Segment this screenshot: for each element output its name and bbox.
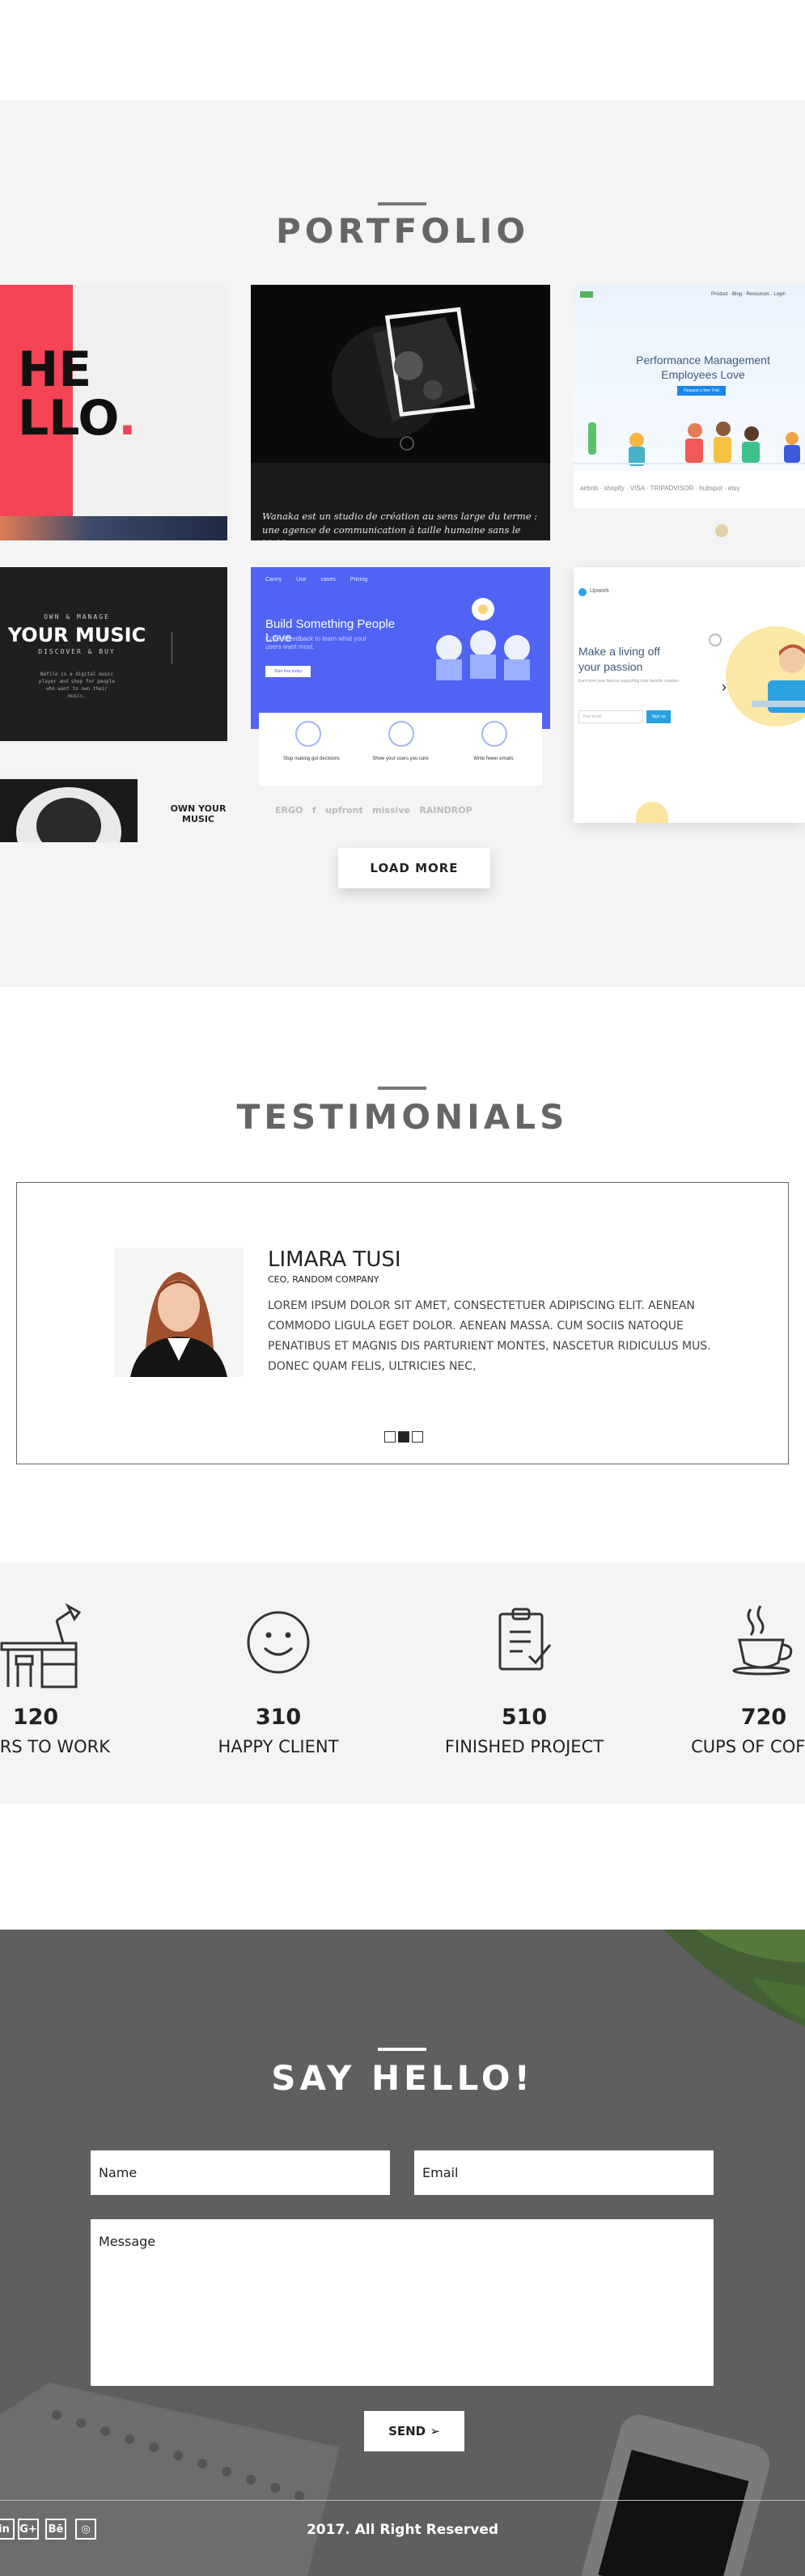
person-photo: [114, 1248, 244, 1377]
testimonial-avatar: [114, 1248, 244, 1377]
portfolio-tile-wanaka[interactable]: Wanaka est un studio de création au sens…: [251, 285, 550, 540]
title-divider: [378, 1087, 426, 1090]
music-title: YOUR MUSIC: [7, 624, 146, 646]
portfolio-title: PORTFOLIO: [275, 211, 530, 251]
living-body: Earn from your fans by supporting their …: [578, 679, 679, 684]
build-features-card: Stop making gut decisions Show your user…: [259, 713, 542, 786]
living-cta: Sign up: [646, 710, 671, 723]
performance-illustration: [574, 422, 805, 466]
performance-nav: Product · Blog · Resources · Login: [711, 292, 786, 297]
title-divider: [378, 202, 426, 205]
stat-number: 720: [740, 1705, 787, 1730]
music-subtitle: DISCOVER & BUY: [38, 648, 116, 655]
stat-number: 310: [255, 1705, 302, 1730]
coffee-cup-icon: [732, 1605, 793, 1676]
message-field[interactable]: [91, 2219, 714, 2386]
music-photo: [0, 769, 138, 842]
send-button[interactable]: SEND ➢: [364, 2411, 464, 2451]
living-logo-icon: [578, 588, 587, 596]
living-brand: Upwork: [590, 588, 609, 594]
build-cta: Start free today: [265, 666, 311, 677]
build-feature-3: Write fewer emails: [473, 756, 514, 761]
testimonial-role: CEO, RANDOM COMPANY: [268, 1274, 379, 1285]
stat-number: 510: [501, 1705, 548, 1730]
contact-section: SAY HELLO! SEND ➢ in G+ Bē ◎ 2017. All R…: [0, 1930, 805, 2576]
portfolio-tile-performance[interactable]: Product · Blog · Resources · Login Perfo…: [574, 285, 805, 540]
wanaka-caption: Wanaka est un studio de création au sens…: [262, 511, 538, 540]
living-footer-shape: [636, 802, 668, 823]
carousel-dot-1[interactable]: [384, 1431, 396, 1443]
performance-logos: airbnb · shopify · VISA · TRIPADVISOR · …: [580, 485, 740, 492]
build-sub: Collect feedback to learn what your user…: [265, 635, 366, 650]
testimonial-card: LIMARA TUSI CEO, RANDOM COMPANY LOREM IP…: [16, 1182, 789, 1464]
stat-label: CUPS OF COFFEE: [691, 1737, 805, 1756]
stat-label: FINISHED PROJECT: [444, 1737, 604, 1756]
footer-divider: [0, 2500, 805, 2501]
build-illustration: [436, 598, 530, 680]
living-heading: Make a living off your passion: [578, 645, 660, 673]
performance-footer: [574, 508, 805, 540]
email-field[interactable]: [414, 2150, 714, 2195]
chevron-right-icon[interactable]: ›: [722, 679, 727, 696]
desk-icon: [0, 1603, 82, 1688]
contact-title: SAY HELLO!: [271, 2058, 534, 2098]
title-divider: [378, 2048, 426, 2051]
hello-photo-strip: [0, 516, 227, 540]
portfolio-tile-music[interactable]: OWN & MANAGE YOUR MUSIC DISCOVER & BUY N…: [0, 567, 227, 842]
living-email-field: Your email: [578, 710, 643, 723]
carousel-dot-2[interactable]: [398, 1431, 409, 1443]
portfolio-tile-hello[interactable]: HE LLO.: [0, 285, 227, 540]
portfolio-tile-build[interactable]: Canny Use cases Pricing Build Something …: [251, 567, 550, 823]
portfolio-tile-living[interactable]: Upwork Make a living off your passion Ea…: [574, 567, 805, 823]
build-logos: ERGO f upfront missive RAINDROP: [275, 805, 472, 816]
copyright-text: 2017. All Right Reserved: [306, 2522, 499, 2538]
stat-label: HOURS TO WORK: [0, 1737, 110, 1756]
performance-cta: Request a free Trial: [677, 386, 726, 396]
portfolio-section: PORTFOLIO HE LLO. Wanaka est un studio d…: [0, 100, 805, 987]
performance-heading: Performance Management Employees Love: [636, 354, 770, 381]
music-kicker: OWN & MANAGE: [44, 613, 110, 621]
stat-number: 120: [12, 1705, 59, 1730]
performance-logo-icon: [580, 291, 593, 298]
testimonial-name: LIMARA TUSI: [268, 1248, 401, 1272]
clipboard-icon: [498, 1608, 552, 1671]
testimonials-section: TESTIMONIALS LIMARA TUSI CEO, RANDOM COM…: [0, 987, 805, 1562]
music-footer-text: OWN YOUR MUSIC: [170, 803, 227, 824]
living-illustration: [709, 626, 805, 727]
build-nav: Canny Use cases Pricing: [265, 577, 368, 583]
testimonial-quote: LOREM IPSUM DOLOR SIT AMET, CONSECTETUER…: [268, 1299, 711, 1373]
build-feature-1: Stop making gut decisions: [282, 756, 341, 761]
stat-label: HAPPY CLIENT: [218, 1737, 339, 1756]
carousel-dot-3[interactable]: [412, 1431, 423, 1443]
hello-text: HE LLO.: [18, 341, 137, 447]
load-more-button[interactable]: LOAD MORE: [338, 848, 490, 888]
stats-section: 120 HOURS TO WORK 310 HAPPY CLIENT: [0, 1562, 805, 1804]
music-body: Nefile is a digital music player and sho…: [39, 672, 115, 699]
smile-icon: [247, 1611, 310, 1674]
build-feature-2: Show your users you care: [372, 756, 429, 761]
performance-avatar: [715, 524, 728, 537]
name-field[interactable]: [91, 2150, 390, 2195]
page: PORTFOLIO HE LLO. Wanaka est un studio d…: [0, 0, 805, 2576]
wanaka-artwork: [251, 307, 550, 540]
testimonials-title: TESTIMONIALS: [236, 1097, 569, 1137]
